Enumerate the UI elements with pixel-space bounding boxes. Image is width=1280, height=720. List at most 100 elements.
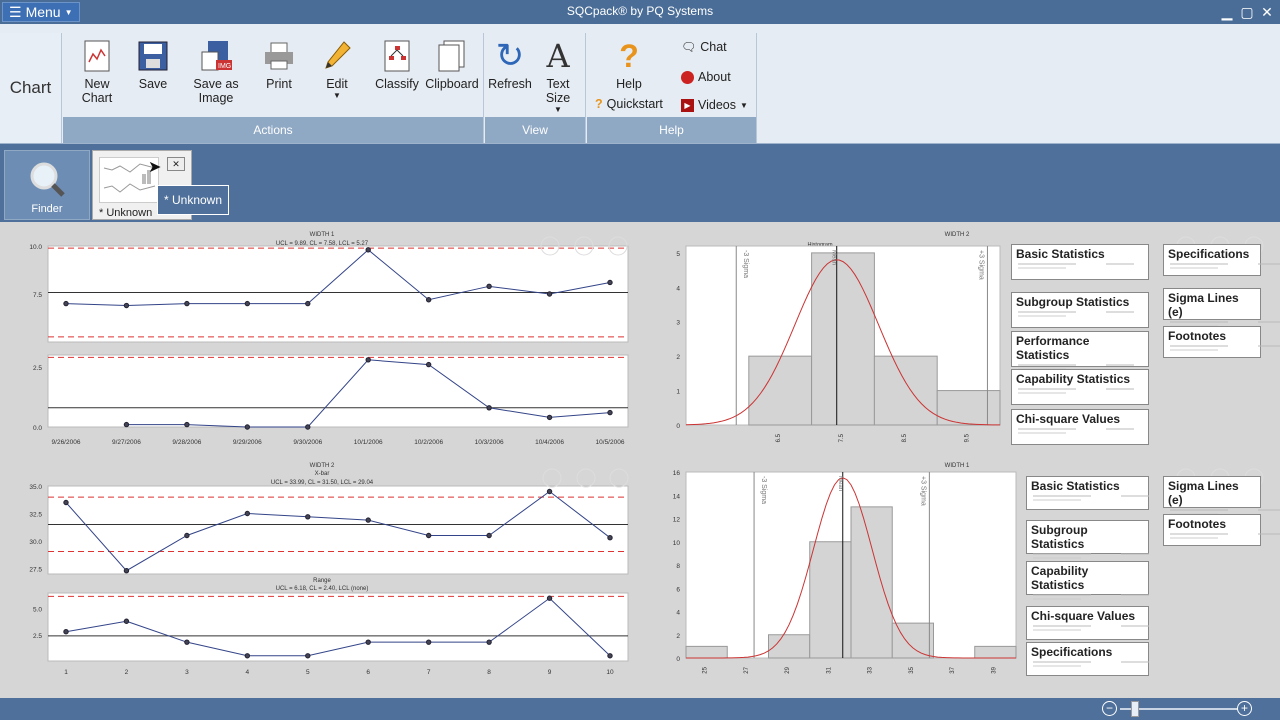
stat-box-footnotes[interactable]: Footnotes xyxy=(1163,326,1280,358)
stat-box-title: Performance Statistics xyxy=(1016,334,1090,362)
text-size-button[interactable]: A Text Size ▼ xyxy=(533,37,583,114)
histogram-bar xyxy=(809,541,852,659)
data-point xyxy=(305,424,311,430)
stat-box-values xyxy=(1168,531,1280,542)
minimize-button[interactable]: ▁ xyxy=(1218,3,1236,21)
x-tick-label: 2 xyxy=(125,669,129,676)
x-tick-label: 9/27/2006 xyxy=(112,439,141,446)
y-tick-label: 8 xyxy=(676,563,680,570)
y-tick-label: 2 xyxy=(676,354,680,361)
stat-box-basic-statistics[interactable]: Basic Statistics xyxy=(1011,244,1149,280)
close-tab-button[interactable]: ✕ xyxy=(167,157,185,171)
stat-box-specifications[interactable]: Specifications xyxy=(1026,642,1149,676)
help-group: ? Help ? Quickstart 🗨 Chat About ▶ Videos ▼ … xyxy=(587,33,757,143)
stat-box-title: Chi-square Values xyxy=(1031,609,1136,623)
view-group: ↻ Refresh A Text Size ▼ View xyxy=(485,33,586,143)
y-tick-label: 10.0 xyxy=(29,244,42,251)
stat-box-values xyxy=(1168,261,1280,272)
chat-button[interactable]: 🗨 Chat xyxy=(681,40,727,54)
edit-button[interactable]: Edit ▼ xyxy=(317,39,357,100)
question-icon: ? xyxy=(595,97,603,111)
clipboard-icon xyxy=(436,39,468,73)
data-point xyxy=(546,414,553,421)
stat-box-values xyxy=(1016,426,1144,437)
y-tick-label: 2.5 xyxy=(33,365,42,372)
histogram-bar xyxy=(748,355,813,426)
x-tick-label: 25 xyxy=(703,666,709,673)
data-point xyxy=(486,405,492,411)
x-tick-label: 9/28/2006 xyxy=(172,439,201,446)
data-point xyxy=(365,639,371,645)
data-point xyxy=(305,514,311,520)
app-title: SQCpack® by PQ Systems xyxy=(566,4,714,18)
print-button[interactable]: Print xyxy=(259,39,299,91)
zoom-out-button[interactable]: − xyxy=(1102,701,1117,716)
stat-box-values xyxy=(1016,309,1144,320)
videos-button[interactable]: ▶ Videos ▼ xyxy=(681,98,748,112)
stat-box-footnotes[interactable]: Footnotes xyxy=(1163,514,1280,546)
new-chart-icon xyxy=(81,39,113,73)
data-point xyxy=(244,300,251,307)
stat-box-title: Capability Statistics xyxy=(1031,564,1089,592)
data-point xyxy=(305,300,311,307)
stat-box-subgroup-statistics[interactable]: Subgroup Statistics xyxy=(1011,292,1149,328)
ribbon-tab-chart[interactable]: Chart xyxy=(0,33,62,143)
data-point xyxy=(244,424,251,430)
y-tick-label: 2 xyxy=(676,633,680,640)
text-size-icon: A xyxy=(546,37,570,75)
save-as-image-button[interactable]: IMG Save as Image xyxy=(176,39,256,105)
clipboard-button[interactable]: Clipboard xyxy=(423,39,481,91)
stat-box-chi-square-values[interactable]: Chi-square Values xyxy=(1011,409,1149,445)
y-tick-label: 0 xyxy=(676,423,680,430)
refresh-button[interactable]: ↻ Refresh xyxy=(488,37,532,91)
histogram-bar xyxy=(811,252,875,426)
x-tick-label: 4 xyxy=(246,669,250,676)
finder-tab[interactable]: Finder xyxy=(4,150,90,220)
zoom-slider-thumb[interactable] xyxy=(1131,701,1139,717)
y-tick-label: 0 xyxy=(676,656,680,663)
stat-box-title: Subgroup Statistics xyxy=(1016,295,1130,309)
save-button[interactable]: Save xyxy=(133,39,173,91)
y-tick-label: 35.0 xyxy=(29,484,42,491)
data-point xyxy=(63,499,69,506)
stat-box-basic-statistics[interactable]: Basic Statistics xyxy=(1026,476,1149,510)
y-tick-label: 16 xyxy=(673,470,681,477)
y-tick-label: 4 xyxy=(676,285,680,292)
data-point xyxy=(63,629,69,635)
maximize-button[interactable]: ▢ xyxy=(1238,3,1256,21)
about-button[interactable]: About xyxy=(681,70,731,84)
new-chart-button[interactable]: New Chart xyxy=(68,39,126,105)
stat-box-subgroup-statistics[interactable]: Subgroup Statistics xyxy=(1026,520,1149,559)
stat-box-capability-statistics[interactable]: Capability Statistics xyxy=(1026,561,1149,600)
quickstart-button[interactable]: ? Quickstart xyxy=(595,97,663,111)
close-window-button[interactable]: ✕ xyxy=(1258,3,1276,21)
help-button[interactable]: ? Help xyxy=(613,37,645,92)
question-icon: ? xyxy=(619,37,639,74)
stat-box-title: Basic Statistics xyxy=(1031,479,1120,493)
stat-box-sigma-lines-e-[interactable]: Sigma Lines (e) xyxy=(1163,288,1280,327)
zoom-in-button[interactable]: + xyxy=(1237,701,1252,716)
stat-box-performance-statistics[interactable]: Performance Statistics xyxy=(1011,331,1149,370)
y-tick-label: 2.5 xyxy=(33,633,42,640)
stat-box-sigma-lines-e-[interactable]: Sigma Lines (e) xyxy=(1163,476,1280,515)
classify-button[interactable]: Classify xyxy=(373,39,421,91)
panel-toolbar-icon xyxy=(576,468,596,488)
y-tick-label: 12 xyxy=(673,517,681,524)
data-point xyxy=(244,653,251,659)
y-tick-label: 30.0 xyxy=(29,539,42,546)
actions-group-label: Actions xyxy=(63,117,483,143)
stat-box-title: Footnotes xyxy=(1168,329,1226,343)
x-tick-label: 5 xyxy=(306,669,310,676)
data-point xyxy=(365,517,371,523)
stat-box-values xyxy=(1031,493,1149,504)
panel-toolbar-icon xyxy=(542,468,562,488)
y-tick-label: 7.5 xyxy=(33,292,42,299)
stat-box-values xyxy=(1031,659,1149,670)
histogram-bar xyxy=(873,355,938,426)
chart-label: Range xyxy=(313,578,331,584)
stat-box-capability-statistics[interactable]: Capability Statistics xyxy=(1011,369,1149,405)
stat-box-specifications[interactable]: Specifications xyxy=(1163,244,1280,276)
stat-box-chi-square-values[interactable]: Chi-square Values xyxy=(1026,606,1149,640)
pencil-icon xyxy=(321,39,353,73)
data-point xyxy=(123,421,130,428)
